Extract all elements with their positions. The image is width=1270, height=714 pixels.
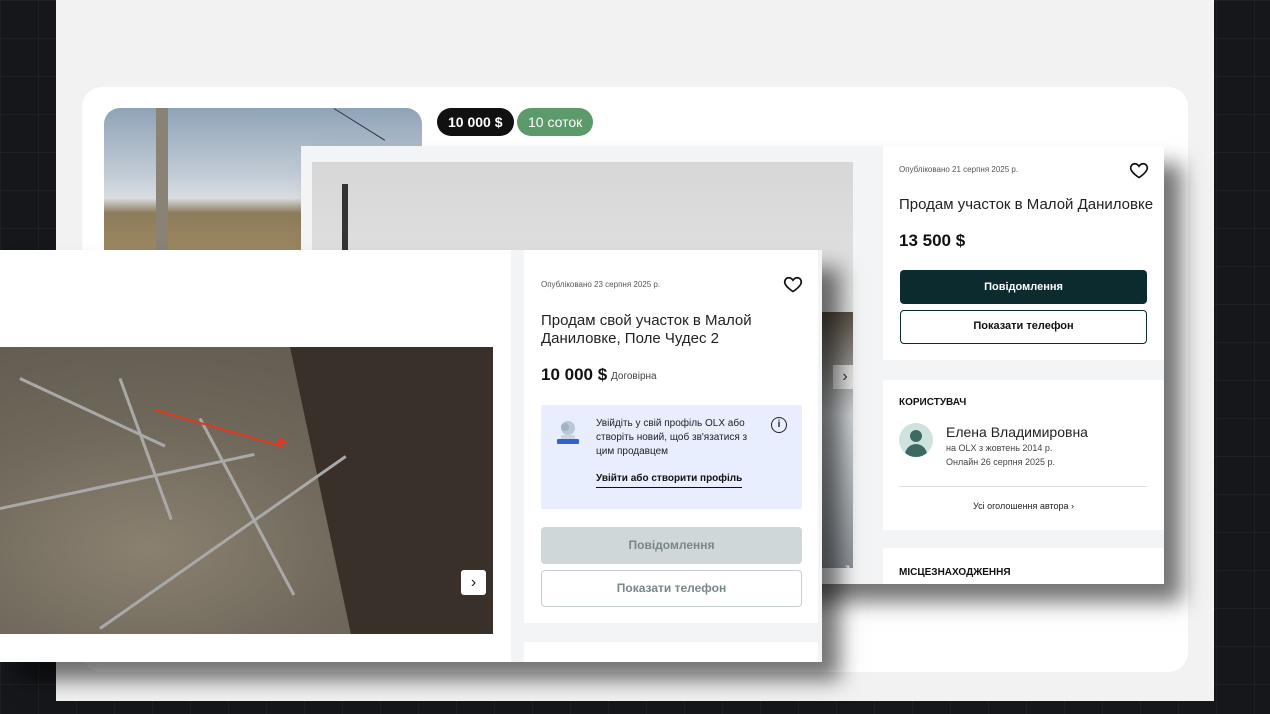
listing-title: Продам свой участок в Малой Даниловке, П…: [541, 312, 752, 347]
login-link[interactable]: Увійти або створити профіль: [596, 473, 743, 488]
user-since: на OLX з жовтень 2014 р.: [946, 443, 1053, 453]
listing-title: Продам участок в Малой Даниловке: [899, 196, 1154, 213]
user-name[interactable]: Елена Владимировна: [946, 424, 1088, 440]
location-heading: МІСЦЕЗНАХОДЖЕННЯ: [899, 567, 1011, 578]
price-badge: 10 000 $: [437, 108, 514, 136]
published-date: Опубліковано 21 серпня 2025 р.: [899, 165, 1019, 174]
road: [19, 377, 166, 448]
divider: [899, 486, 1147, 487]
next-panel-edge: [524, 642, 818, 662]
user-online: Онлайн 26 серпня 2025 р.: [946, 457, 1055, 467]
utility-pole: [156, 108, 168, 258]
avatar[interactable]: [899, 423, 933, 457]
next-photo-button[interactable]: ›: [461, 570, 486, 595]
login-prompt-text: Увійдіть у свій профіль OLX або створіть…: [596, 418, 748, 457]
red-arrow: [154, 409, 285, 448]
user-heading: КОРИСТУВАЧ: [899, 397, 967, 408]
listing-price: 10 000 $: [541, 365, 608, 384]
listing-price: 13 500 $: [899, 231, 966, 250]
listing-info-panel: Опубліковано 23 серпня 2025 р. Продам св…: [524, 250, 818, 623]
negotiable-label: Договірна: [611, 371, 657, 382]
all-ads-link[interactable]: Усі оголошення автора ›: [883, 501, 1164, 511]
listing-screenshot-front: › Опубліковано 23 серпня 2025 р. Продам …: [0, 250, 822, 662]
chevron-right-icon: ›: [1071, 501, 1075, 511]
user-panel: КОРИСТУВАЧ Елена Владимировна на OLX з ж…: [883, 380, 1164, 530]
heart-icon[interactable]: [1129, 160, 1149, 180]
road: [99, 455, 347, 630]
listing-info-panel: Опубліковано 21 серпня 2025 р. Продам уч…: [883, 146, 1164, 360]
show-phone-button[interactable]: Показати телефон: [541, 570, 802, 607]
info-icon[interactable]: i: [771, 417, 787, 433]
message-button[interactable]: Повідомлення: [541, 527, 802, 564]
satellite-map-photo[interactable]: ›: [0, 347, 493, 634]
area-badge: 10 соток: [517, 108, 594, 136]
message-button[interactable]: Повідомлення: [900, 270, 1147, 304]
power-wire: [333, 108, 386, 141]
profile-illustration-icon: [557, 421, 579, 444]
road: [0, 452, 255, 510]
next-photo-button[interactable]: ›: [833, 365, 853, 389]
location-panel: МІСЦЕЗНАХОДЖЕННЯ: [883, 548, 1164, 584]
show-phone-button[interactable]: Показати телефон: [900, 310, 1147, 344]
all-ads-label: Усі оголошення автора: [972, 501, 1069, 511]
road: [118, 377, 173, 520]
heart-icon[interactable]: [783, 274, 803, 294]
expand-icon[interactable]: ⤢: [834, 560, 853, 568]
published-date: Опубліковано 23 серпня 2025 р.: [541, 280, 661, 289]
login-prompt-box: Увійдіть у свій профіль OLX або створіть…: [541, 405, 802, 509]
